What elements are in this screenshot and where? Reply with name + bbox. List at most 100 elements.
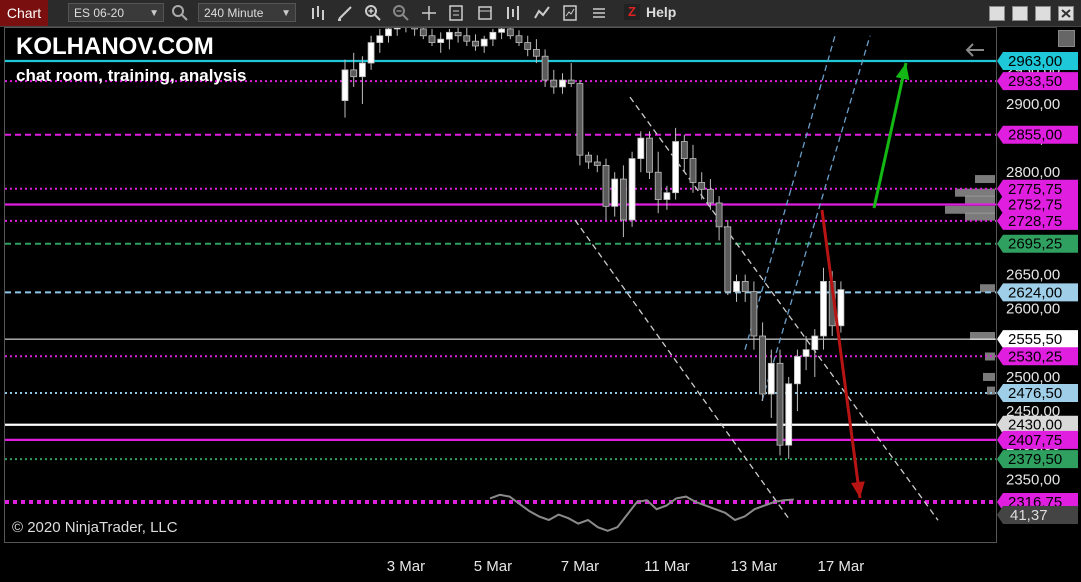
- red-down-arrow-shaft: [820, 209, 862, 499]
- time-axis-tick-label: 13 Mar: [731, 558, 778, 575]
- price-level-label: 2555,50: [1008, 331, 1062, 348]
- candle-body: [802, 349, 810, 357]
- time-axis: [0, 544, 1081, 582]
- candle-body: [480, 38, 488, 47]
- price-level-label: 2407,75: [1008, 432, 1062, 449]
- candle-body: [419, 28, 427, 37]
- candle-body: [663, 192, 671, 200]
- price-axis-tick-label: 2350,00: [1006, 471, 1060, 488]
- candle-body: [472, 40, 479, 47]
- candle-body: [506, 28, 514, 37]
- brand-subtitle: chat room, training, analysis: [16, 66, 247, 85]
- candle-body: [358, 62, 366, 78]
- volume-profile-bar: [965, 212, 995, 221]
- price-level-label: 2530,25: [1008, 348, 1062, 365]
- price-level-label: 2379,50: [1008, 451, 1062, 468]
- candle-body: [767, 362, 775, 395]
- candle-body: [646, 137, 653, 173]
- brand-title: KOLHANOV.COM: [16, 33, 214, 60]
- candle-body: [445, 31, 453, 40]
- candle-body: [794, 356, 801, 385]
- candle-body: [698, 182, 706, 190]
- indicator-value-label: 41,37: [1010, 507, 1048, 524]
- price-axis-tick-label: 2500,00: [1006, 369, 1060, 386]
- candle-body: [628, 158, 636, 221]
- candle-body: [724, 226, 732, 293]
- price-level-label: 2855,00: [1008, 127, 1062, 144]
- candle-body: [393, 28, 401, 30]
- time-axis-tick-label: 7 Mar: [561, 558, 599, 575]
- candle-body: [741, 281, 749, 293]
- volume-profile-bar: [955, 188, 995, 197]
- price-level-label: 2752,75: [1008, 196, 1062, 213]
- candle-body: [403, 22, 409, 25]
- candle-body: [637, 137, 645, 159]
- copyright-text: © 2020 NinjaTrader, LLC: [12, 519, 178, 536]
- volume-profile-bar: [983, 372, 995, 381]
- candle-body: [620, 178, 627, 221]
- candle-body: [733, 281, 740, 293]
- price-level-label: 2933,50: [1008, 73, 1062, 90]
- price-axis-tick-label: 2600,00: [1006, 301, 1060, 318]
- candle-body: [593, 161, 601, 166]
- time-axis-tick-label: 3 Mar: [387, 558, 425, 575]
- candle-body: [550, 79, 558, 88]
- candle-body: [385, 28, 392, 37]
- candle-body: [820, 281, 827, 337]
- candle-body: [611, 178, 619, 207]
- candle-body: [576, 83, 584, 156]
- candle-body: [689, 158, 697, 183]
- candle-body: [376, 35, 384, 43]
- candle-body: [811, 335, 819, 351]
- candle-body: [463, 35, 471, 42]
- candle-body: [341, 69, 349, 101]
- candle-body: [776, 362, 784, 446]
- time-axis-tick-label: 17 Mar: [818, 558, 865, 575]
- volume-profile-bar: [965, 195, 995, 204]
- candle-body: [837, 289, 845, 327]
- price-level-label: 2963,00: [1008, 53, 1062, 70]
- candle-body: [585, 154, 592, 163]
- candle-body: [367, 42, 375, 64]
- candle-body: [672, 141, 679, 194]
- candle-body: [524, 42, 532, 50]
- price-level-label: 2624,00: [1008, 284, 1062, 301]
- candle-body: [759, 335, 766, 395]
- red-down-arrow-head: [850, 481, 865, 498]
- green-up-arrow-head: [895, 63, 910, 81]
- candle-body: [411, 28, 419, 30]
- price-level-label: 2728,75: [1008, 213, 1062, 230]
- time-axis-tick-label: 5 Mar: [474, 558, 512, 575]
- candle-body: [602, 165, 610, 207]
- candle-body: [541, 55, 549, 81]
- volume-profile-bar: [980, 284, 995, 293]
- candle-body: [654, 171, 662, 200]
- candle-body: [428, 35, 436, 43]
- candle-body: [785, 383, 793, 446]
- candle-body: [515, 35, 523, 43]
- candle-body: [498, 28, 506, 33]
- price-axis-tick-label: 2650,00: [1006, 267, 1060, 284]
- price-axis-tick-label: 2900,00: [1006, 96, 1060, 113]
- volume-profile-bar: [975, 175, 995, 184]
- plot-area: [5, 22, 996, 532]
- candle-body: [707, 188, 714, 204]
- price-axis-tick-label: 2800,00: [1006, 164, 1060, 181]
- price-level-label: 2476,50: [1008, 385, 1062, 402]
- downtrend-channel-lower: [574, 219, 791, 521]
- candle-body: [454, 31, 462, 37]
- candle-body: [437, 38, 445, 43]
- chart-canvas[interactable]: 2350,002400,002450,002500,002600,002650,…: [0, 0, 1081, 582]
- price-level-label: 2775,75: [1008, 181, 1062, 198]
- candle-body: [680, 141, 688, 159]
- scroll-back-icon[interactable]: [964, 42, 986, 58]
- candle-body: [750, 291, 758, 337]
- panel-settings-button[interactable]: [1058, 30, 1075, 47]
- candle-body: [533, 48, 540, 57]
- candle-body: [567, 79, 575, 84]
- price-level-label: 2695,25: [1008, 236, 1062, 253]
- candle-body: [350, 69, 358, 78]
- candle-body: [559, 79, 566, 88]
- time-axis-tick-label: 11 Mar: [644, 558, 690, 575]
- candle-body: [715, 202, 723, 228]
